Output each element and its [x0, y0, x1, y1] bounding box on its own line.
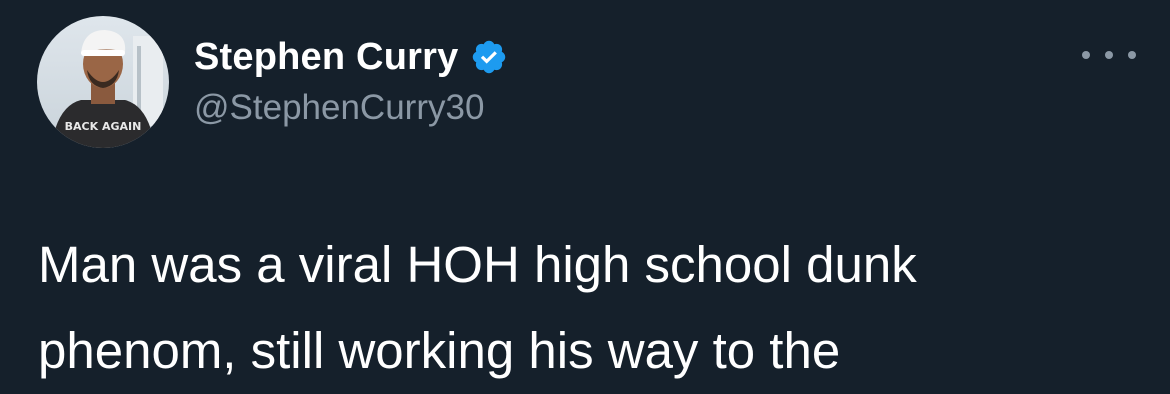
- author-display-name[interactable]: Stephen Curry: [194, 36, 458, 79]
- author-handle[interactable]: @StephenCurry30: [194, 88, 484, 128]
- more-dot: [1105, 51, 1113, 59]
- avatar-shirt-print: BACK AGAIN: [65, 120, 142, 133]
- tweet-text-line: phenom, still working his way to the: [38, 322, 841, 379]
- tweet-text: Man was a viral HOH high school dunk phe…: [38, 222, 1148, 394]
- author-name-row: Stephen Curry: [194, 32, 508, 82]
- more-dot: [1082, 51, 1090, 59]
- author-avatar[interactable]: BACK AGAIN: [37, 16, 169, 148]
- more-dot: [1128, 51, 1136, 59]
- verified-badge-icon[interactable]: [470, 38, 508, 76]
- tweet-card: BACK AGAIN Stephen Curry @StephenCurry30…: [0, 0, 1170, 389]
- tweet-text-line: Man was a viral HOH high school dunk: [38, 236, 917, 293]
- more-options-icon[interactable]: [1082, 40, 1136, 70]
- avatar-image: BACK AGAIN: [37, 16, 169, 148]
